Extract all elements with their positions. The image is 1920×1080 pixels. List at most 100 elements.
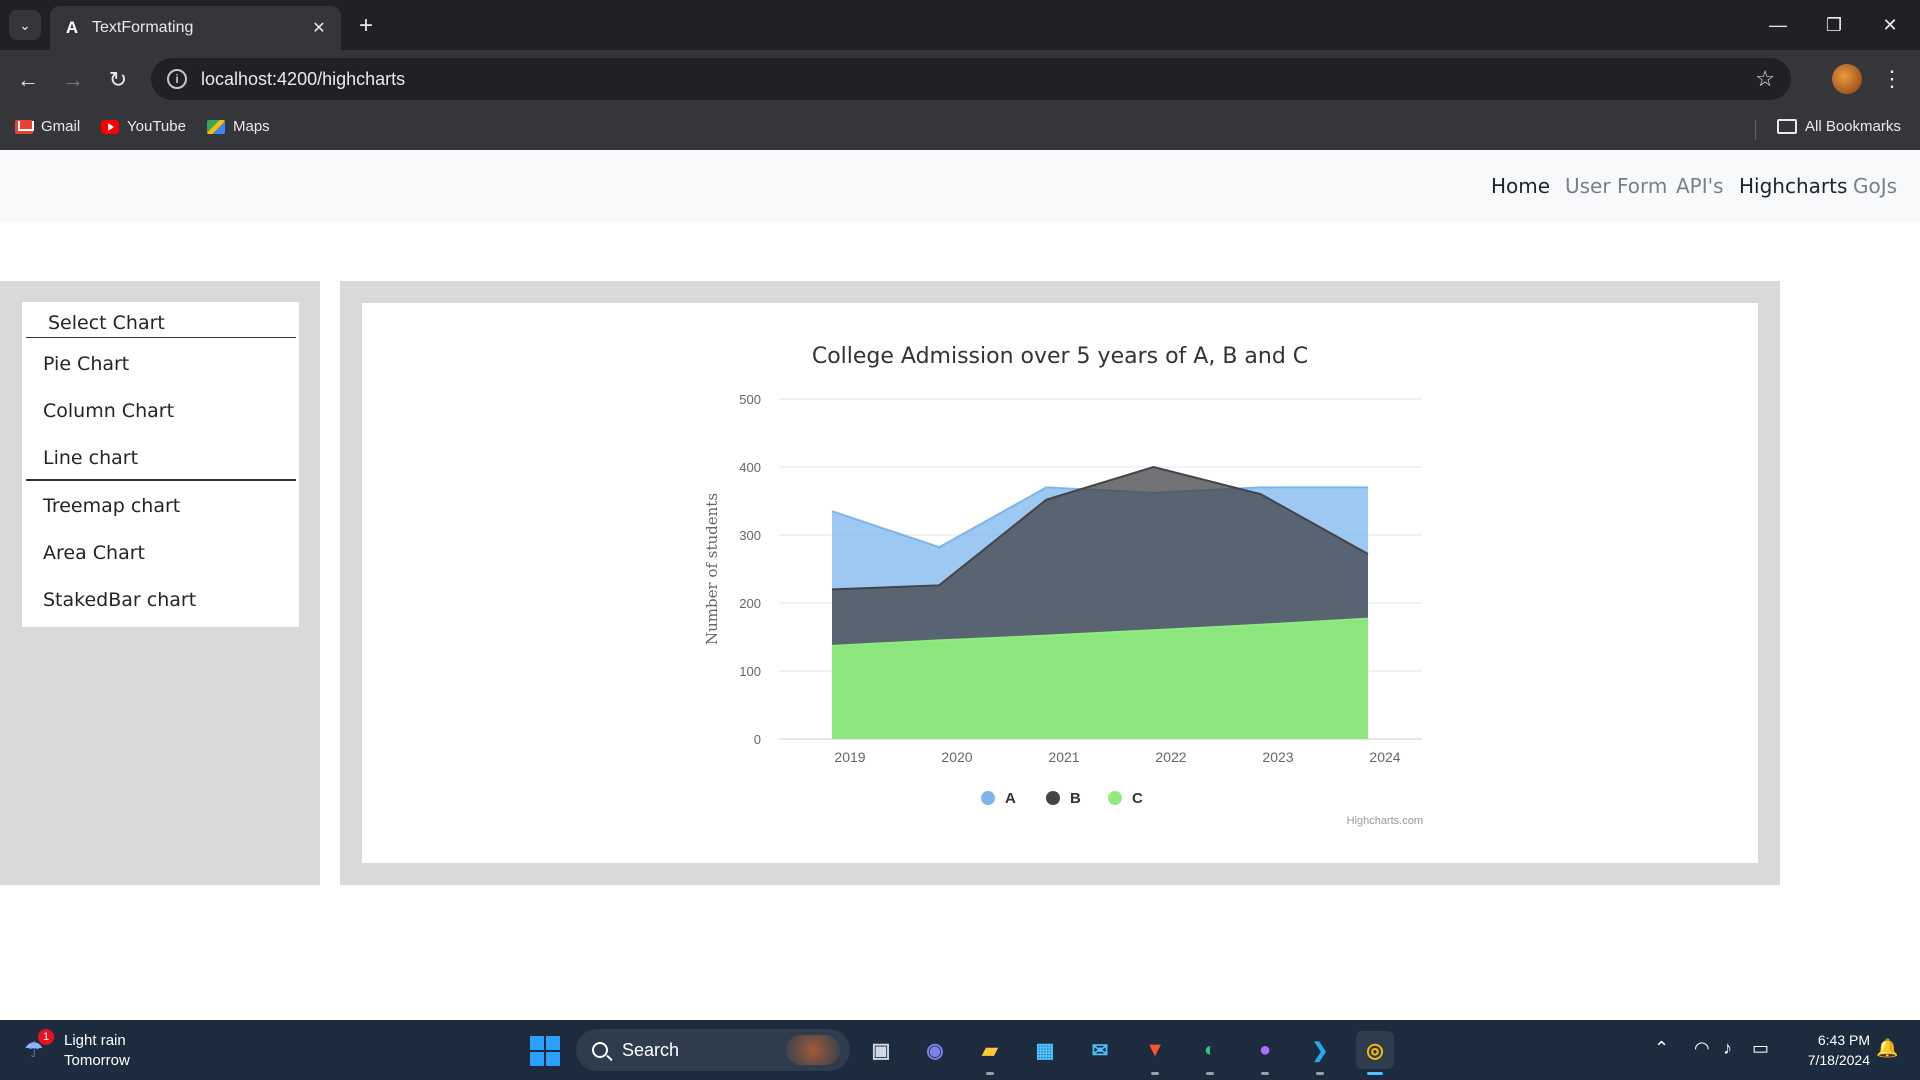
legend-marker-a bbox=[981, 791, 995, 805]
x-tick-label: 2021 bbox=[1048, 749, 1079, 765]
bookmarks-bar: Gmail YouTube Maps All Bookmarks bbox=[0, 108, 1920, 150]
teams-chat-icon[interactable]: ◉ bbox=[916, 1031, 954, 1069]
brave-browser-icon[interactable]: ▼ bbox=[1136, 1031, 1174, 1075]
sidebar-item-stakedbar-chart[interactable]: StakedBar chart bbox=[43, 589, 196, 611]
x-tick-label: 2019 bbox=[834, 749, 865, 765]
task-view-icon[interactable]: ▣ bbox=[862, 1031, 900, 1069]
bookmark-youtube[interactable]: YouTube bbox=[101, 118, 186, 135]
bookmark-star-icon[interactable]: ☆ bbox=[1755, 66, 1775, 92]
bookmark-label: Gmail bbox=[41, 118, 81, 135]
all-bookmarks-button[interactable]: All Bookmarks bbox=[1777, 118, 1901, 135]
sidebar-item-column-chart[interactable]: Column Chart bbox=[43, 400, 174, 422]
tab-search-chevron-down-icon[interactable]: ⌄ bbox=[9, 10, 41, 40]
legend-label-a: A bbox=[1005, 790, 1016, 807]
app-navbar: Home User Form API's Highcharts GoJs bbox=[0, 150, 1920, 222]
reload-icon[interactable]: ↻ bbox=[103, 65, 133, 95]
microsoft-store-icon[interactable]: ▦ bbox=[1026, 1031, 1064, 1069]
maps-icon bbox=[207, 119, 225, 134]
folder-icon bbox=[1777, 119, 1797, 134]
bookmark-maps[interactable]: Maps bbox=[207, 118, 270, 135]
chart-title: College Admission over 5 years of A, B a… bbox=[812, 344, 1308, 369]
close-tab-icon[interactable]: ✕ bbox=[309, 18, 329, 38]
x-tick-label: 2022 bbox=[1155, 749, 1186, 765]
sidebar-item-pie-chart[interactable]: Pie Chart bbox=[43, 353, 129, 375]
browser-menu-icon[interactable]: ⋮ bbox=[1880, 62, 1904, 96]
search-icon bbox=[592, 1042, 608, 1058]
chart-selector-menu: Select Chart Pie Chart Column Chart Line… bbox=[22, 302, 299, 627]
new-tab-plus-icon[interactable]: + bbox=[352, 12, 380, 40]
legend-label-b: B bbox=[1070, 790, 1081, 807]
legend-marker-b bbox=[1046, 791, 1060, 805]
nav-link-gojs[interactable]: GoJs bbox=[1853, 174, 1897, 198]
y-tick-label: 100 bbox=[739, 664, 761, 679]
browser-tabstrip: ⌄ A TextFormating ✕ + — ❐ ✕ bbox=[0, 0, 1920, 50]
y-axis-title: Number of students bbox=[703, 493, 721, 645]
system-clock[interactable]: 6:43 PM 7/18/2024 bbox=[1790, 1030, 1870, 1070]
weather-widget[interactable]: ☂ 1 Light rain Tomorrow bbox=[24, 1029, 174, 1071]
edge-browser-icon[interactable]: ◐ bbox=[1191, 1031, 1229, 1075]
nav-link-home[interactable]: Home bbox=[1491, 174, 1550, 198]
restore-icon[interactable]: ❐ bbox=[1814, 10, 1854, 40]
weather-title: Light rain bbox=[64, 1032, 126, 1049]
x-tick-label: 2020 bbox=[941, 749, 972, 765]
y-tick-label: 400 bbox=[739, 460, 761, 475]
sidebar-header: Select Chart bbox=[26, 302, 296, 338]
angular-favicon-icon: A bbox=[65, 18, 79, 37]
sidebar-item-treemap-chart[interactable]: Treemap chart bbox=[43, 495, 180, 517]
github-desktop-icon[interactable]: ● bbox=[1246, 1031, 1284, 1075]
clock-time: 6:43 PM bbox=[1817, 1032, 1870, 1048]
tab-title: TextFormating bbox=[92, 19, 194, 36]
chart-credits: Highcharts.com bbox=[1347, 815, 1423, 827]
profile-avatar[interactable] bbox=[1832, 64, 1862, 94]
notification-bell-icon[interactable]: 🔔 bbox=[1876, 1038, 1898, 1059]
address-bar[interactable]: i localhost:4200/highcharts ☆ bbox=[151, 58, 1791, 100]
chart-svg: College Admission over 5 years of A, B a… bbox=[703, 344, 1423, 827]
bookmark-label: YouTube bbox=[127, 118, 186, 135]
back-arrow-icon[interactable]: ← bbox=[13, 65, 43, 95]
y-tick-label: 300 bbox=[739, 528, 761, 543]
clock-date: 7/18/2024 bbox=[1807, 1052, 1870, 1068]
nav-link-user-form[interactable]: User Form bbox=[1565, 174, 1667, 198]
x-tick-label: 2023 bbox=[1262, 749, 1293, 765]
mail-icon[interactable]: ✉ bbox=[1081, 1031, 1119, 1069]
browser-tab[interactable]: A TextFormating ✕ bbox=[50, 6, 341, 50]
x-tick-label: 2024 bbox=[1369, 749, 1400, 765]
wifi-icon[interactable]: ◠ bbox=[1694, 1038, 1710, 1059]
legend-label-c: C bbox=[1132, 790, 1143, 807]
gmail-icon bbox=[15, 119, 33, 134]
sidebar-divider bbox=[26, 479, 296, 481]
close-window-icon[interactable]: ✕ bbox=[1870, 10, 1910, 40]
minimize-icon[interactable]: — bbox=[1758, 10, 1798, 40]
y-tick-label: 500 bbox=[739, 392, 761, 407]
area-chart: College Admission over 5 years of A, B a… bbox=[685, 333, 1435, 833]
chrome-icon[interactable]: ◎ bbox=[1356, 1031, 1394, 1075]
url-text[interactable]: localhost:4200/highcharts bbox=[201, 69, 1755, 90]
legend-marker-c bbox=[1108, 791, 1122, 805]
notification-badge: 1 bbox=[38, 1029, 54, 1045]
battery-icon[interactable]: ▭ bbox=[1752, 1038, 1769, 1059]
volume-icon[interactable]: ♪ bbox=[1723, 1038, 1732, 1059]
browser-toolbar: ← → ↻ i localhost:4200/highcharts ☆ ⋮ bbox=[0, 50, 1920, 108]
site-info-icon[interactable]: i bbox=[167, 69, 187, 89]
youtube-icon bbox=[101, 119, 119, 134]
nav-link-highcharts[interactable]: Highcharts bbox=[1739, 174, 1847, 198]
nav-link-apis[interactable]: API's bbox=[1676, 174, 1724, 198]
search-placeholder: Search bbox=[622, 1039, 680, 1060]
taskbar-search-box[interactable]: Search bbox=[576, 1029, 850, 1071]
windows-taskbar: ☂ 1 Light rain Tomorrow Search ▣ ◉ ▰ ▦ ✉… bbox=[0, 1020, 1920, 1080]
bookmark-gmail[interactable]: Gmail bbox=[15, 118, 80, 135]
all-bookmarks-label: All Bookmarks bbox=[1805, 118, 1901, 135]
forward-arrow-icon[interactable]: → bbox=[58, 65, 88, 95]
chevron-up-icon[interactable]: ⌃ bbox=[1654, 1038, 1669, 1059]
bookmark-label: Maps bbox=[233, 118, 270, 135]
y-tick-label: 200 bbox=[739, 596, 761, 611]
weather-subtitle: Tomorrow bbox=[64, 1052, 130, 1069]
sidebar-item-area-chart[interactable]: Area Chart bbox=[43, 542, 145, 564]
bookmarks-divider bbox=[1755, 120, 1756, 140]
sidebar-item-line-chart[interactable]: Line chart bbox=[43, 447, 138, 469]
file-explorer-icon[interactable]: ▰ bbox=[971, 1031, 1009, 1075]
vscode-icon[interactable]: ❯ bbox=[1301, 1031, 1339, 1075]
y-tick-label: 0 bbox=[754, 732, 761, 747]
search-highlight-image bbox=[786, 1035, 840, 1065]
start-windows-icon[interactable] bbox=[530, 1036, 560, 1066]
